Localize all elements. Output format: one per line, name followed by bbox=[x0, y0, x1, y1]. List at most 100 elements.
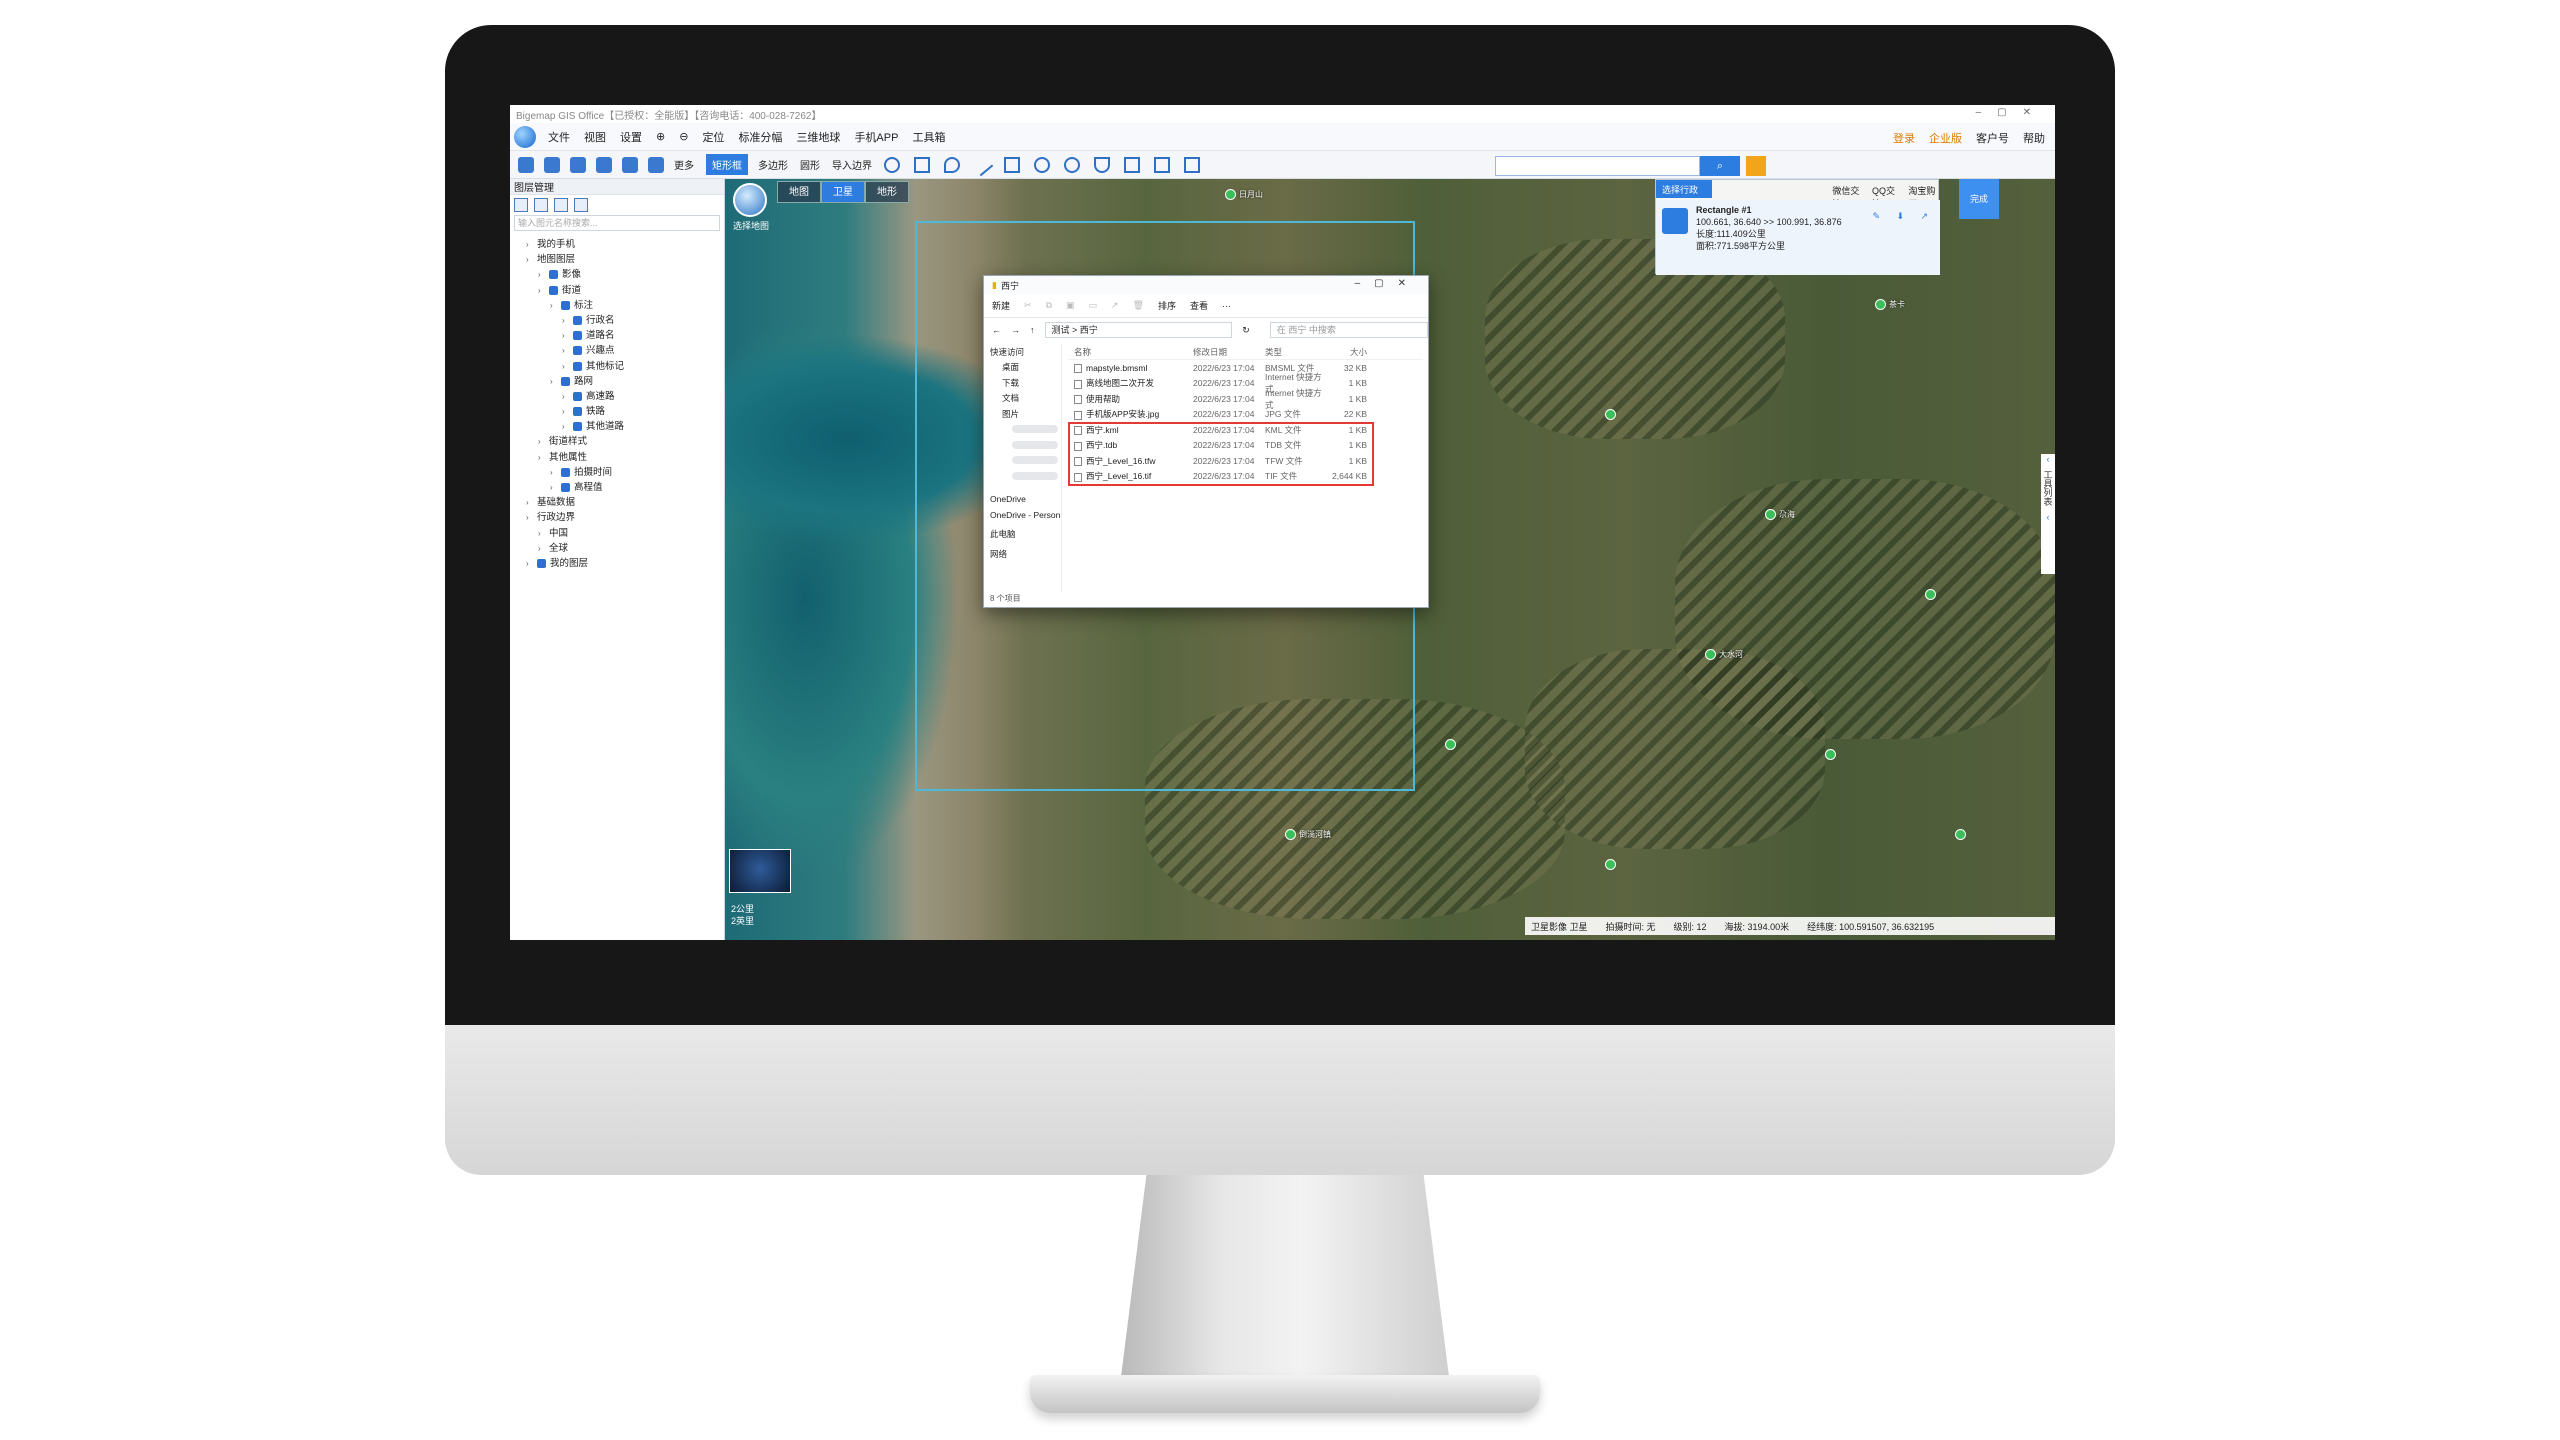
search-layer-icon[interactable] bbox=[574, 198, 588, 212]
circle-tool[interactable]: 圆形 bbox=[800, 157, 820, 172]
file-row[interactable]: 离线地图二次开发 2022/6/23 17:04 Internet 快捷方式 1 KB bbox=[1068, 372, 1423, 394]
column-date[interactable]: 修改日期 bbox=[1193, 346, 1265, 358]
menu-3d[interactable]: 三维地球 bbox=[796, 129, 840, 145]
chevron-icon[interactable]: › bbox=[562, 404, 571, 419]
rectangle-icon[interactable] bbox=[1124, 156, 1140, 173]
share-icon[interactable]: ↗ bbox=[1111, 300, 1119, 311]
poi-marker[interactable] bbox=[1825, 749, 1836, 760]
layer-tree-item[interactable]: › 行政边界 bbox=[510, 510, 725, 525]
earth-icon[interactable] bbox=[622, 156, 638, 173]
layer-tree-item[interactable]: › 我的手机 bbox=[510, 237, 725, 252]
layer-tree-item[interactable]: › 标注 bbox=[510, 298, 725, 313]
rectangle-tool[interactable]: 矩形框 bbox=[706, 154, 748, 175]
tab-satellite[interactable]: 卫星 bbox=[821, 181, 865, 203]
poi-marker[interactable] bbox=[1445, 739, 1456, 750]
layer-tree-item[interactable]: › 影像 bbox=[510, 267, 725, 282]
poi-marker[interactable] bbox=[1705, 649, 1716, 660]
finish-button[interactable]: 完成 bbox=[1959, 179, 1999, 219]
nav-downloads[interactable]: 下载 bbox=[984, 375, 1061, 391]
globe-icon[interactable] bbox=[596, 156, 612, 173]
menu-mobile[interactable]: 手机APP bbox=[854, 129, 898, 145]
map-search-input[interactable] bbox=[1495, 156, 1700, 176]
more-button[interactable]: 更多 bbox=[674, 157, 694, 172]
nav-desktop[interactable]: 桌面 bbox=[984, 360, 1061, 376]
ruler-icon[interactable] bbox=[1154, 156, 1170, 173]
layer-tree-item[interactable]: › 街道 bbox=[510, 283, 725, 298]
column-name[interactable]: 名称 bbox=[1068, 346, 1193, 358]
save-icon[interactable]: ⬇ bbox=[1896, 210, 1904, 222]
download-area-icon[interactable] bbox=[1662, 208, 1688, 234]
chevron-icon[interactable]: › bbox=[562, 328, 571, 343]
column-type[interactable]: 类型 bbox=[1265, 346, 1327, 358]
pointer-icon[interactable] bbox=[914, 156, 930, 173]
layer-checkbox[interactable] bbox=[573, 316, 582, 326]
layer-tree-item[interactable]: › 高速路 bbox=[510, 389, 725, 404]
poi-marker[interactable] bbox=[1225, 189, 1236, 200]
zoom-in-icon[interactable]: ⊕ bbox=[656, 130, 665, 143]
chevron-icon[interactable]: › bbox=[538, 283, 547, 298]
layer-tree-item[interactable]: › 铁路 bbox=[510, 404, 725, 419]
layer-tree-item[interactable]: › 其他标记 bbox=[510, 359, 725, 374]
layer-tree-item[interactable]: › 中国 bbox=[510, 526, 725, 541]
menu-settings[interactable]: 设置 bbox=[620, 129, 642, 145]
polyline-icon[interactable] bbox=[1004, 156, 1020, 173]
tool-list-panel[interactable]: ‹ 工具列表 ‹ bbox=[2041, 454, 2055, 574]
chevron-left-icon[interactable]: ‹ bbox=[2041, 454, 2055, 464]
chevron-icon[interactable]: › bbox=[550, 465, 559, 480]
chevron-icon[interactable]: › bbox=[538, 267, 547, 282]
nav-quick-access[interactable]: 快速访问 bbox=[984, 344, 1061, 360]
zoom-out-icon[interactable]: ⊖ bbox=[679, 130, 688, 143]
column-size[interactable]: 大小 bbox=[1327, 346, 1367, 358]
layer-checkbox[interactable] bbox=[549, 285, 558, 295]
marker-icon[interactable] bbox=[944, 156, 960, 173]
layers-icon[interactable] bbox=[570, 156, 586, 173]
admin-region-tab[interactable]: 选择行政区域 bbox=[1656, 180, 1713, 208]
help-link[interactable]: 帮助 bbox=[2023, 130, 2045, 146]
nav-network[interactable]: 网络 bbox=[984, 546, 1061, 562]
explorer-window-controls[interactable]: –▢✕ bbox=[1355, 278, 1420, 289]
edit-icon[interactable]: ✎ bbox=[1872, 210, 1880, 222]
poi-marker[interactable] bbox=[1605, 409, 1616, 420]
layer-tree-item[interactable]: › 我的图层 bbox=[510, 556, 725, 571]
chevron-icon[interactable]: › bbox=[562, 419, 571, 434]
folder-icon[interactable] bbox=[514, 198, 528, 212]
more-icon[interactable]: ··· bbox=[1222, 301, 1231, 311]
save-icon[interactable] bbox=[544, 156, 560, 173]
menu-view[interactable]: 视图 bbox=[584, 129, 606, 145]
open-icon[interactable] bbox=[518, 156, 534, 173]
wechat-tab[interactable]: 微信交流 bbox=[1832, 180, 1862, 209]
enterprise-link[interactable]: 企业版 bbox=[1929, 130, 1962, 146]
layer-tree-item[interactable]: › 高程值 bbox=[510, 480, 725, 495]
layer-tree-item[interactable]: › 道路名 bbox=[510, 328, 725, 343]
forward-icon[interactable]: → bbox=[1011, 325, 1020, 335]
customer-link[interactable]: 客户号 bbox=[1976, 130, 2009, 146]
address-input[interactable]: 测试 > 西宁 bbox=[1044, 322, 1233, 338]
file-row[interactable]: mapstyle.bmsml 2022/6/23 17:04 BMSML 文件 32 … bbox=[1068, 360, 1423, 376]
chevron-icon[interactable]: › bbox=[538, 450, 547, 465]
qq-tab[interactable]: QQ交流 bbox=[1872, 180, 1898, 209]
favorite-button[interactable] bbox=[1746, 156, 1766, 176]
nav-this-pc[interactable]: 此电脑 bbox=[984, 527, 1061, 543]
layer-checkbox[interactable] bbox=[561, 376, 570, 386]
layer-checkbox[interactable] bbox=[537, 559, 546, 569]
layer-checkbox[interactable] bbox=[561, 483, 570, 493]
copy-icon[interactable]: ⧉ bbox=[1046, 300, 1052, 311]
layer-checkbox[interactable] bbox=[573, 331, 582, 341]
sort-button[interactable]: 排序 bbox=[1158, 299, 1176, 312]
back-icon[interactable]: ← bbox=[992, 325, 1001, 335]
grid-icon[interactable] bbox=[554, 198, 568, 212]
layer-tree-item[interactable]: › 兴趣点 bbox=[510, 343, 725, 358]
up-icon[interactable]: ↑ bbox=[1030, 325, 1035, 335]
chevron-icon[interactable]: › bbox=[550, 374, 559, 389]
rename-icon[interactable]: ▭ bbox=[1089, 300, 1098, 311]
chevron-icon[interactable]: › bbox=[550, 480, 559, 495]
file-row[interactable]: 使用帮助 2022/6/23 17:04 Internet 快捷方式 1 KB bbox=[1068, 388, 1423, 410]
layer-tree-item[interactable]: › 基础数据 bbox=[510, 495, 725, 510]
menu-toolbox[interactable]: 工具箱 bbox=[912, 129, 945, 145]
layer-checkbox[interactable] bbox=[573, 391, 582, 401]
layer-tree-item[interactable]: › 行政名 bbox=[510, 313, 725, 328]
area-icon[interactable] bbox=[1184, 156, 1200, 173]
taobao-tab[interactable]: 淘宝购买 bbox=[1908, 180, 1938, 209]
layer-tree-item[interactable]: › 拍摄时间 bbox=[510, 465, 725, 480]
poi-marker[interactable] bbox=[1955, 829, 1966, 840]
